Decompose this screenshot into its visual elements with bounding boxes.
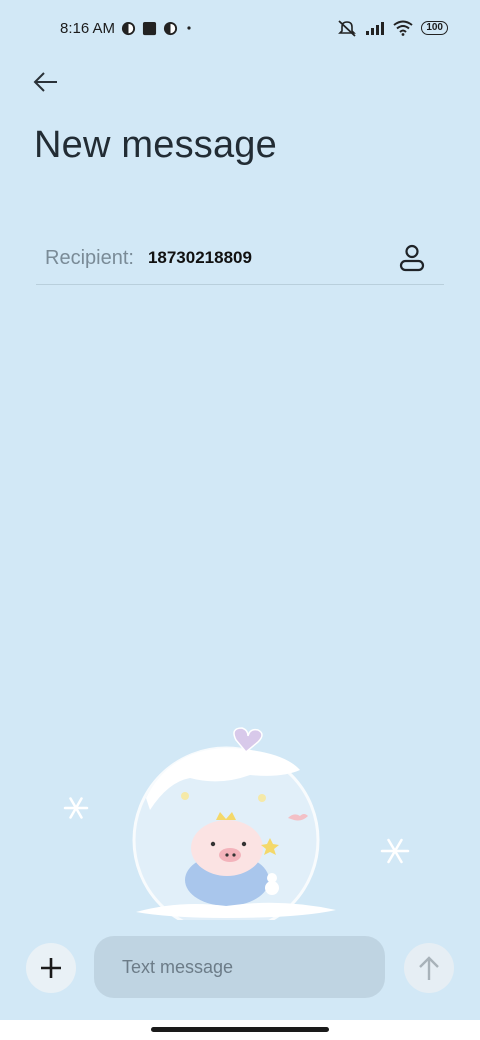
- composer-bar: [0, 932, 480, 1004]
- page-title: New message: [34, 124, 277, 166]
- recipient-value[interactable]: 18730218809: [148, 248, 252, 268]
- snow-globe-illustration: [63, 727, 410, 920]
- contact-picker-button[interactable]: [394, 240, 430, 276]
- mute-icon: [337, 19, 357, 37]
- recipient-field[interactable]: Recipient: 18730218809: [36, 232, 444, 285]
- navigation-bar: [0, 1020, 480, 1040]
- arrow-left-icon: [33, 72, 57, 92]
- back-button[interactable]: [26, 64, 66, 100]
- send-button[interactable]: [404, 943, 454, 993]
- home-indicator[interactable]: [151, 1027, 329, 1032]
- notification-icon: [121, 21, 136, 36]
- person-icon: [399, 244, 425, 272]
- notification-icon: [163, 21, 178, 36]
- status-right: 100: [337, 19, 448, 37]
- plus-icon: [41, 958, 61, 978]
- dot-icon: [184, 23, 194, 33]
- recipient-label: Recipient:: [45, 246, 134, 269]
- snowflake-icon: [63, 797, 89, 819]
- message-input[interactable]: [94, 936, 385, 998]
- status-time: 8:16 AM: [60, 19, 116, 37]
- signal-icon: [365, 21, 385, 35]
- wifi-icon: [393, 20, 413, 36]
- status-bar: 8:16 AM 100: [0, 0, 480, 56]
- square-icon: [142, 21, 157, 36]
- add-attachment-button[interactable]: [26, 943, 76, 993]
- battery-icon: 100: [421, 21, 448, 35]
- snowflake-icon: [380, 838, 410, 864]
- arrow-up-icon: [419, 956, 439, 980]
- status-left: 8:16 AM: [60, 20, 194, 37]
